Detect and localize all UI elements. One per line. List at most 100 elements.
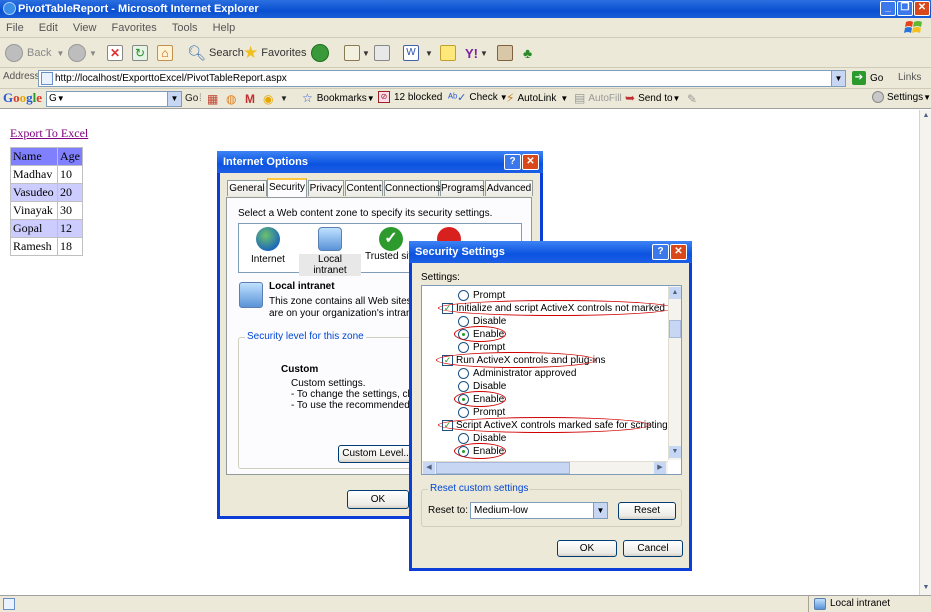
radio-button[interactable] <box>458 380 469 392</box>
cancel-button[interactable]: Cancel <box>623 540 683 557</box>
zone-internet[interactable]: Internet <box>245 227 291 265</box>
tab-advanced[interactable]: Advanced <box>485 180 533 196</box>
yahoo-icon: Y! <box>465 45 478 61</box>
edit-button[interactable]: W ▼ <box>403 42 433 64</box>
forward-arrow-icon <box>68 44 86 62</box>
menu-tools[interactable]: Tools <box>166 18 204 38</box>
stop-button[interactable]: ✕ <box>107 42 123 64</box>
radio-button[interactable] <box>458 289 469 301</box>
table-cell: Madhav <box>10 165 58 184</box>
custom-level-button[interactable]: Custom Level... <box>338 445 416 463</box>
list-item[interactable]: Administrator approved <box>458 367 576 380</box>
chevron-down-icon[interactable]: ▼ <box>280 91 288 107</box>
check-button[interactable]: ᴬᵇ✓ Check ▼ <box>448 91 508 104</box>
scroll-down-icon[interactable]: ▼ <box>669 446 681 458</box>
zone-label: Local intranet <box>299 254 361 276</box>
reset-button[interactable]: Reset <box>618 502 676 520</box>
reset-custom-settings-group: Reset custom settings Reset to: Medium-l… <box>421 483 682 527</box>
settings-horizontal-scrollbar[interactable]: ◀ ▶ <box>422 461 668 474</box>
radio-button[interactable] <box>458 315 469 327</box>
radio-button[interactable] <box>458 367 469 379</box>
ok-button[interactable]: OK <box>347 490 409 509</box>
scroll-up-icon[interactable]: ▲ <box>669 287 681 299</box>
zone-local-intranet[interactable]: Local intranet <box>299 227 361 276</box>
research-icon <box>497 45 513 61</box>
google-search-dropdown-icon[interactable]: ▼ <box>167 92 181 106</box>
reset-to-select[interactable]: Medium-low ▼ <box>470 502 608 519</box>
links-label[interactable]: Links <box>898 72 921 83</box>
highlight-ellipse <box>454 326 506 342</box>
address-dropdown-icon[interactable]: ▼ <box>831 71 845 86</box>
tab-general[interactable]: General <box>227 180 267 196</box>
media-button[interactable] <box>311 42 329 64</box>
menu-edit[interactable]: Edit <box>33 18 64 38</box>
export-to-excel-link[interactable]: Export To Excel <box>10 126 88 141</box>
highlight-ellipse <box>454 443 506 459</box>
settings-vertical-scrollbar[interactable]: ▲ ▼ <box>668 286 681 460</box>
menu-favorites[interactable]: Favorites <box>106 18 163 38</box>
autofill-button[interactable]: ▤ AutoFill <box>574 91 622 105</box>
news-icon[interactable]: ◉ <box>263 91 273 107</box>
scroll-right-icon[interactable]: ▶ <box>654 462 666 474</box>
ok-button[interactable]: OK <box>557 540 617 557</box>
menu-help[interactable]: Help <box>207 18 242 38</box>
radio-button[interactable] <box>458 406 469 418</box>
minimize-button[interactable]: _ <box>880 1 896 16</box>
google-go-button[interactable]: Go <box>185 91 198 107</box>
back-button[interactable]: Back ▼ <box>5 42 64 64</box>
dialog-close-button[interactable]: ✕ <box>522 154 539 170</box>
tab-privacy[interactable]: Privacy <box>308 180 344 196</box>
google-search-input[interactable]: G▼ ▼ <box>46 91 182 107</box>
menu-file[interactable]: File <box>0 18 30 38</box>
messenger-button[interactable]: ♣ <box>523 42 532 64</box>
forward-button[interactable]: ▼ <box>68 42 97 64</box>
level-name: Custom <box>281 364 319 375</box>
bookmarks-button[interactable]: ☆ Bookmarks ▼ <box>302 91 375 105</box>
dialog-close-button[interactable]: ✕ <box>670 244 687 260</box>
print-button[interactable] <box>374 42 390 64</box>
popup-blocker-button[interactable]: ⊘ 12 blocked <box>378 91 442 103</box>
tab-programs[interactable]: Programs <box>440 180 484 196</box>
spell-icon[interactable]: ◍ <box>226 91 236 107</box>
page-vertical-scrollbar[interactable]: ▲ ▼ <box>919 110 931 595</box>
sendto-button[interactable]: ➥ Send to ▼ <box>625 91 680 105</box>
settings-icon <box>872 91 884 103</box>
go-button[interactable]: ➔ Go <box>852 71 883 85</box>
scroll-thumb[interactable] <box>669 320 681 338</box>
mail-button[interactable]: ▼ <box>344 42 370 64</box>
sendto-icon: ➥ <box>625 91 636 105</box>
scroll-thumb[interactable] <box>436 462 570 474</box>
maximize-button[interactable]: ❐ <box>897 1 913 16</box>
yahoo-button[interactable]: Y! ▼ <box>465 42 488 64</box>
tab-connections[interactable]: Connections <box>384 180 441 196</box>
favorites-button[interactable]: ★ Favorites <box>243 42 307 64</box>
autolink-button[interactable]: ⚡︎ AutoLink ▼ <box>506 91 568 105</box>
windows-logo-icon <box>904 21 922 33</box>
window-titlebar: PivotTableReport - Microsoft Internet Ex… <box>0 0 931 18</box>
radio-button[interactable] <box>458 341 469 353</box>
go-arrow-icon: ➔ <box>852 71 866 85</box>
discuss-button[interactable] <box>440 42 456 64</box>
refresh-button[interactable]: ↻ <box>132 42 148 64</box>
scroll-up-icon[interactable]: ▲ <box>920 110 931 122</box>
address-input[interactable]: http://localhost/ExporttoExcel/PivotTabl… <box>38 70 846 87</box>
scroll-down-icon[interactable]: ▼ <box>920 582 931 594</box>
research-button[interactable] <box>497 42 513 64</box>
help-button[interactable]: ? <box>504 154 521 170</box>
radio-button[interactable] <box>458 432 469 444</box>
chevron-down-icon[interactable]: ▼ <box>593 503 607 518</box>
home-button[interactable]: ⌂ <box>157 42 173 64</box>
search-button[interactable]: 🔍︎ Search <box>187 42 244 64</box>
scroll-left-icon[interactable]: ◀ <box>423 462 435 474</box>
pagerank-icon[interactable]: ▦ <box>207 91 218 107</box>
table-header-name: Name <box>10 147 58 166</box>
pencil-icon[interactable]: ✎ <box>687 91 697 107</box>
gmail-icon[interactable]: M <box>245 91 255 107</box>
tab-security[interactable]: Security <box>267 178 307 197</box>
tab-content[interactable]: Content <box>345 180 383 196</box>
settings-button[interactable]: Settings ▼ <box>872 91 931 103</box>
close-button[interactable]: ✕ <box>914 1 930 16</box>
help-button[interactable]: ? <box>652 244 669 260</box>
menu-view[interactable]: View <box>67 18 103 38</box>
settings-list[interactable]: Prompt ✓ Initialize and script ActiveX co… <box>421 285 682 475</box>
